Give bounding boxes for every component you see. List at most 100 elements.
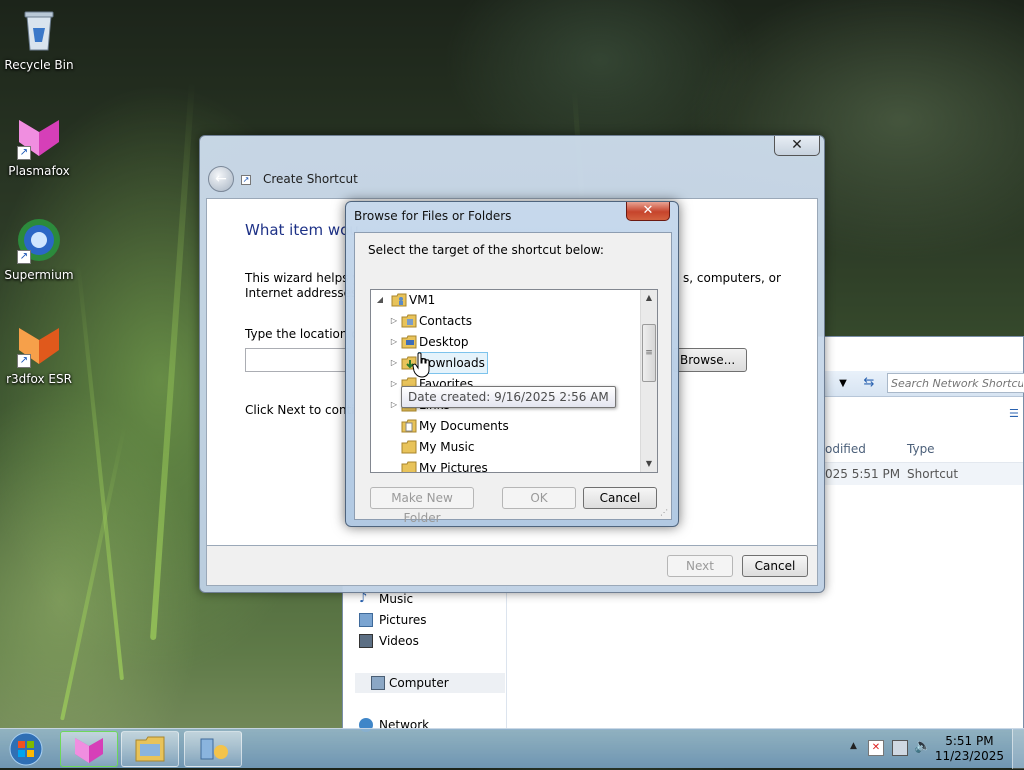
- plasmafox-icon: ↗: [15, 112, 63, 160]
- wizard-intro-right: s, computers, or: [683, 271, 781, 285]
- wizard-footer: Next Cancel: [206, 546, 818, 586]
- tree-item-my-pictures[interactable]: My Pictures: [401, 458, 488, 473]
- tooltip-date-created: Date created: 9/16/2025 2:56 AM: [401, 386, 616, 408]
- desktop-icon-recycle-bin[interactable]: Recycle Bin: [1, 6, 77, 72]
- expand-arrow-icon[interactable]: ▷: [389, 332, 399, 352]
- taskbar: ▲ ✕ 🔈 5:51 PM 11/23/2025: [0, 728, 1024, 769]
- system-tray: ▲ ✕ 🔈 5:51 PM 11/23/2025: [844, 729, 1024, 769]
- browse-dialog-body: Select the target of the shortcut below:…: [354, 232, 672, 525]
- folder-icon: [401, 335, 417, 349]
- nav-item-label: Music: [379, 592, 414, 606]
- file-modified: 025 5:51 PM: [825, 467, 901, 481]
- desktop-icon-label: r3dfox ESR: [6, 372, 72, 386]
- tree-item-label: VM1: [409, 293, 436, 307]
- nav-item-computer[interactable]: Computer: [355, 673, 505, 693]
- address-dropdown-icon[interactable]: ▼: [835, 375, 851, 393]
- action-center-icon[interactable]: ✕: [868, 740, 884, 756]
- browse-button[interactable]: Browse...: [673, 348, 747, 372]
- desktop-icon-plasmafox[interactable]: ↗ Plasmafox: [1, 112, 77, 178]
- folder-tree[interactable]: ◢ VM1 ▷ Contacts ▷ Desktop ▷ Downloads ▷…: [370, 289, 658, 473]
- folder-icon: [401, 440, 417, 454]
- plasmafox-icon: [75, 738, 103, 763]
- desktop-icon-label: Plasmafox: [8, 164, 70, 178]
- pictures-icon: [359, 613, 373, 627]
- tree-item-contacts[interactable]: ▷ Contacts: [391, 311, 472, 331]
- nav-item-videos[interactable]: Videos: [359, 631, 419, 651]
- folder-icon: [401, 461, 417, 472]
- nav-item-pictures[interactable]: Pictures: [359, 610, 427, 630]
- nav-item-label: Pictures: [379, 613, 427, 627]
- supermium-icon: ↗: [15, 216, 63, 264]
- next-button[interactable]: Next: [667, 555, 733, 577]
- network-tray-icon[interactable]: [892, 740, 908, 756]
- wizard-intro-left: This wizard helps y Internet addresses.: [245, 271, 362, 300]
- clock-time: 5:51 PM: [945, 734, 994, 748]
- tree-item-desktop[interactable]: ▷ Desktop: [391, 332, 469, 352]
- scroll-thumb[interactable]: ≡: [642, 324, 656, 382]
- desktop-icon-r3dfox[interactable]: ↗ r3dfox ESR: [1, 320, 77, 386]
- nav-item-label: Videos: [379, 634, 419, 648]
- hand-cursor-icon: [412, 352, 432, 378]
- show-hidden-icons-icon[interactable]: ▲: [850, 741, 857, 751]
- user-folder-icon: [391, 293, 407, 307]
- refresh-icon[interactable]: ⇆: [859, 373, 879, 393]
- shortcut-icon: ↗: [241, 175, 251, 185]
- file-type: Shortcut: [907, 467, 959, 481]
- scroll-up-icon[interactable]: ▲: [641, 290, 657, 306]
- desktop-icon-label: Supermium: [4, 268, 74, 282]
- expand-arrow-icon[interactable]: ▷: [389, 353, 399, 373]
- wizard-cancel-button[interactable]: Cancel: [742, 555, 808, 577]
- taskbar-explorer[interactable]: [121, 731, 179, 767]
- column-date-modified[interactable]: odified: [825, 442, 866, 456]
- location-input[interactable]: [245, 348, 349, 372]
- tree-item-label: My Pictures: [419, 461, 488, 473]
- shortcut-arrow-icon: ↗: [17, 354, 31, 368]
- resize-grip-icon[interactable]: ⋰: [660, 508, 670, 518]
- clock[interactable]: 5:51 PM 11/23/2025: [935, 734, 1004, 764]
- tree-scrollbar[interactable]: ▲ ≡ ▼: [640, 290, 657, 472]
- tree-item-label: My Music: [419, 440, 475, 454]
- folder-icon: [135, 736, 165, 762]
- wallpaper-grass: [150, 81, 196, 641]
- wizard-close-button[interactable]: ✕: [774, 136, 820, 156]
- wizard-title: Create Shortcut: [263, 172, 358, 186]
- tree-item-label: My Documents: [419, 419, 509, 433]
- column-type[interactable]: Type: [907, 442, 935, 456]
- show-desktop-button[interactable]: [1012, 729, 1024, 769]
- view-options-icon[interactable]: ☰: [1009, 407, 1023, 421]
- column-headers: odified Type: [825, 437, 1023, 463]
- browse-dialog: Browse for Files or Folders ✕ Select the…: [345, 201, 679, 527]
- videos-icon: [359, 634, 373, 648]
- file-row[interactable]: 025 5:51 PM Shortcut: [825, 463, 1023, 485]
- scroll-down-icon[interactable]: ▼: [641, 456, 657, 472]
- browse-prompt: Select the target of the shortcut below:: [368, 243, 604, 257]
- expand-arrow-icon[interactable]: ▷: [389, 374, 399, 394]
- search-input[interactable]: [887, 373, 1024, 393]
- tree-item-my-music[interactable]: My Music: [401, 437, 475, 457]
- expand-arrow-icon[interactable]: ▷: [389, 395, 399, 415]
- collapse-arrow-icon[interactable]: ◢: [375, 290, 385, 310]
- browse-close-button[interactable]: ✕: [626, 202, 670, 221]
- ok-button[interactable]: OK: [502, 487, 576, 509]
- desktop-icon-supermium[interactable]: ↗ Supermium: [1, 216, 77, 282]
- expand-arrow-icon[interactable]: ▷: [389, 311, 399, 331]
- r3dfox-icon: ↗: [15, 320, 63, 368]
- folder-icon: [401, 314, 417, 328]
- make-new-folder-button[interactable]: Make New Folder: [370, 487, 474, 525]
- tree-item-label: Desktop: [419, 335, 469, 349]
- back-arrow-icon[interactable]: ←: [208, 166, 234, 192]
- taskbar-shortcut-wizard[interactable]: [184, 731, 242, 767]
- tree-item-my-documents[interactable]: My Documents: [401, 416, 509, 436]
- nav-item-label: Computer: [389, 676, 449, 690]
- explorer-address-bar: ▼ ⇆: [823, 371, 1024, 397]
- wizard-icon: [200, 738, 228, 760]
- wizard-heading: What item wou: [245, 221, 359, 239]
- desktop-icon-label: Recycle Bin: [4, 58, 74, 72]
- taskbar-plasmafox[interactable]: [60, 731, 118, 767]
- tree-item-vm1[interactable]: ◢ VM1: [377, 290, 436, 310]
- volume-icon[interactable]: 🔈: [914, 738, 931, 754]
- navigation-pane: ♪ Music Pictures Videos Computer Network: [349, 587, 507, 732]
- folder-icon: [401, 419, 417, 433]
- start-button[interactable]: [6, 731, 46, 767]
- browse-cancel-button[interactable]: Cancel: [583, 487, 657, 509]
